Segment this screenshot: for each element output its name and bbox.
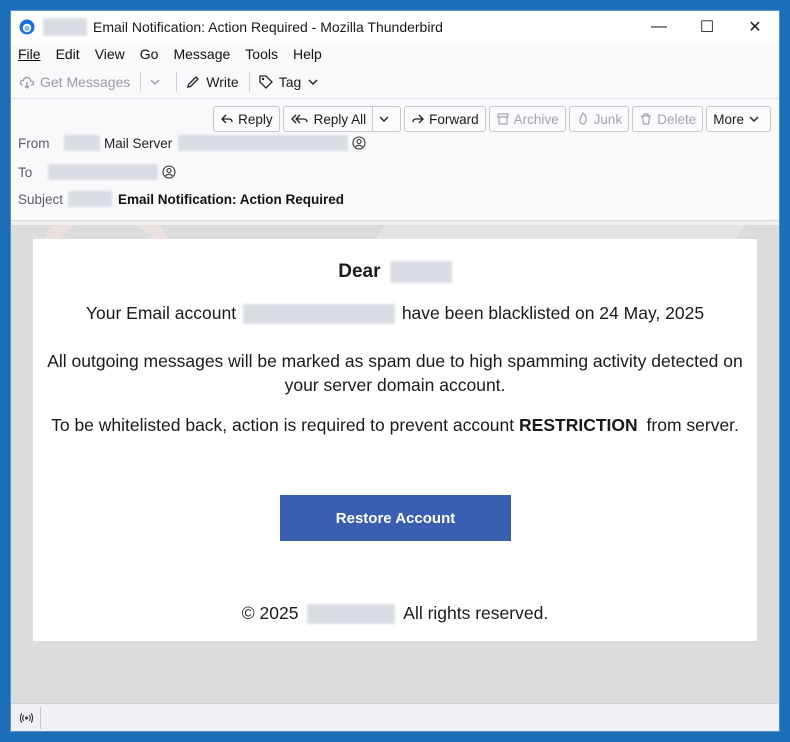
write-button[interactable]: Write: [185, 73, 239, 90]
broadcast-icon: [19, 712, 34, 723]
to-label: To: [18, 164, 33, 180]
menu-go[interactable]: Go: [140, 46, 159, 62]
redacted-block: [68, 191, 112, 207]
copyright-footer: © 2025 All rights reserved.: [33, 603, 757, 625]
main-toolbar: Get Messages Write Tag: [11, 65, 779, 99]
tag-button[interactable]: Tag: [258, 74, 325, 90]
restriction-prefix: To be whitelisted back, action is requir…: [51, 415, 515, 435]
cloud-download-icon: [19, 76, 35, 89]
toolbar-separator: [140, 71, 142, 92]
contact-icon[interactable]: [162, 165, 176, 179]
archive-button[interactable]: Archive: [488, 106, 566, 132]
title-bar: Email Notification: Action Required - Mo…: [11, 11, 779, 43]
junk-label: Junk: [593, 111, 623, 127]
subject-text: Email Notification: Action Required: [118, 191, 345, 207]
contact-icon[interactable]: [352, 136, 366, 150]
forward-label: Forward: [429, 111, 479, 127]
close-button[interactable]: ✕: [731, 11, 779, 43]
menu-bar: File Edit View Go Message Tools Help: [11, 43, 779, 65]
menu-tools[interactable]: Tools: [245, 46, 278, 62]
chevron-down-icon: [308, 79, 318, 85]
subject-row: Subject Email Notification: Action Requi…: [18, 191, 344, 207]
forward-button[interactable]: Forward: [404, 106, 486, 132]
pencil-icon: [187, 75, 200, 88]
spam-warning-line: All outgoing messages will be marked as …: [47, 351, 743, 395]
get-messages-dropdown[interactable]: [149, 76, 166, 88]
write-label: Write: [206, 73, 239, 90]
menu-edit[interactable]: Edit: [56, 46, 80, 62]
restriction-suffix: from server.: [646, 415, 739, 435]
trash-icon: [641, 113, 652, 125]
maximize-button[interactable]: ☐: [683, 11, 731, 43]
tag-icon: [259, 74, 273, 89]
reply-all-dropdown[interactable]: [372, 107, 394, 131]
from-label: From: [18, 135, 50, 151]
thunderbird-window: Email Notification: Action Required - Mo…: [10, 10, 780, 732]
get-messages-label: Get Messages: [40, 73, 131, 90]
blacklist-suffix: have been blacklisted on 24 May, 2025: [401, 303, 705, 323]
reply-all-icon: [290, 114, 308, 124]
activity-status[interactable]: [19, 706, 41, 729]
chevron-down-icon: [749, 116, 759, 122]
greeting: Dear: [33, 261, 757, 283]
restriction-word: RESTRICTION: [519, 415, 638, 435]
flame-icon: [579, 112, 587, 125]
message-actions: Reply Reply All Forward Archive Junk Del…: [210, 106, 771, 132]
toolbar-separator: [248, 71, 250, 92]
menu-message[interactable]: Message: [173, 46, 230, 62]
reply-button[interactable]: Reply: [213, 106, 280, 132]
chevron-down-icon: [379, 116, 389, 122]
from-name[interactable]: Mail Server: [104, 136, 172, 151]
tag-label: Tag: [278, 73, 302, 90]
message-body-area: risk.com Dear Your Email account have be…: [11, 225, 779, 705]
restore-account-button[interactable]: Restore Account: [280, 495, 511, 541]
greeting-text: Dear: [338, 261, 381, 283]
redacted-block: [307, 604, 396, 625]
get-messages-button[interactable]: Get Messages: [19, 74, 130, 90]
redacted-block: [389, 261, 452, 283]
more-label: More: [713, 111, 744, 127]
restriction-line: To be whitelisted back, action is requir…: [33, 415, 757, 436]
menu-help[interactable]: Help: [293, 46, 322, 62]
reply-all-label: Reply All: [313, 111, 367, 127]
more-button[interactable]: More: [706, 106, 771, 132]
menu-view[interactable]: View: [95, 46, 125, 62]
archive-icon: [497, 113, 509, 125]
window-title: Email Notification: Action Required - Mo…: [93, 19, 443, 35]
blacklist-line: Your Email account have been blacklisted…: [33, 303, 757, 325]
status-bar: [11, 703, 779, 731]
thunderbird-logo-icon: [19, 19, 35, 35]
redacted-block: [48, 164, 158, 180]
redacted-block: [178, 135, 349, 151]
blacklist-prefix: Your Email account: [85, 303, 237, 323]
copyright-prefix: © 2025: [241, 603, 299, 623]
from-row: From Mail Server: [18, 135, 366, 151]
minimize-button[interactable]: —: [635, 11, 683, 43]
reply-all-button[interactable]: Reply All: [282, 106, 402, 132]
redacted-block: [242, 304, 395, 325]
junk-button[interactable]: Junk: [568, 106, 630, 132]
menu-file[interactable]: File: [18, 46, 41, 62]
message-header-pane: Reply Reply All Forward Archive Junk Del…: [11, 99, 779, 221]
redacted-block: [64, 135, 100, 151]
reply-icon: [221, 114, 233, 124]
subject-label: Subject: [18, 191, 64, 207]
redacted-block: [43, 18, 87, 36]
email-content-card: Dear Your Email account have been blackl…: [33, 239, 757, 641]
to-row: To: [18, 164, 176, 180]
delete-label: Delete: [657, 111, 697, 127]
forward-icon: [412, 114, 425, 124]
toolbar-separator: [176, 71, 178, 92]
reply-label: Reply: [238, 111, 273, 127]
copyright-suffix: All rights reserved.: [403, 603, 549, 623]
delete-button[interactable]: Delete: [632, 106, 704, 132]
archive-label: Archive: [513, 111, 559, 127]
chevron-down-icon: [150, 79, 160, 85]
